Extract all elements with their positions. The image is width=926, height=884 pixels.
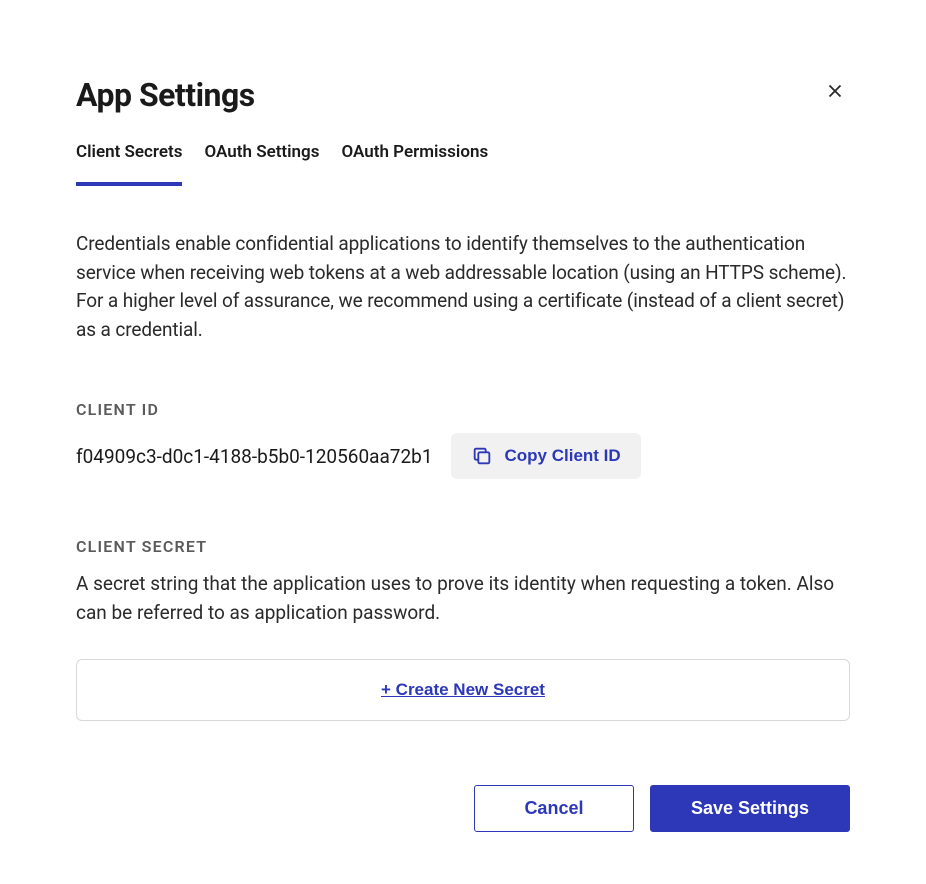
copy-icon (471, 445, 493, 467)
close-icon (824, 80, 846, 102)
app-settings-modal: App Settings Client Secrets OAuth Settin… (0, 0, 926, 884)
modal-footer: Cancel Save Settings (76, 785, 850, 832)
copy-client-id-label: Copy Client ID (505, 446, 621, 466)
page-title: App Settings (76, 76, 850, 114)
client-secret-label: CLIENT SECRET (76, 537, 850, 556)
client-id-value: f04909c3-d0c1-4188-b5b0-120560aa72b1 (76, 445, 433, 468)
client-secret-section: CLIENT SECRET A secret string that the a… (76, 537, 850, 721)
tab-oauth-permissions[interactable]: OAuth Permissions (341, 142, 488, 186)
tabs: Client Secrets OAuth Settings OAuth Perm… (76, 142, 850, 186)
tab-oauth-settings[interactable]: OAuth Settings (204, 142, 319, 186)
client-secret-description: A secret string that the application use… (76, 570, 850, 627)
tab-client-secrets[interactable]: Client Secrets (76, 142, 182, 186)
tab-description: Credentials enable confidential applicat… (76, 230, 850, 344)
cancel-button[interactable]: Cancel (474, 785, 634, 832)
close-button[interactable] (820, 76, 850, 109)
create-new-secret-button[interactable]: + Create New Secret (76, 659, 850, 721)
client-id-section: CLIENT ID f04909c3-d0c1-4188-b5b0-120560… (76, 400, 850, 479)
client-id-label: CLIENT ID (76, 400, 850, 419)
save-settings-button[interactable]: Save Settings (650, 785, 850, 832)
copy-client-id-button[interactable]: Copy Client ID (451, 433, 641, 479)
